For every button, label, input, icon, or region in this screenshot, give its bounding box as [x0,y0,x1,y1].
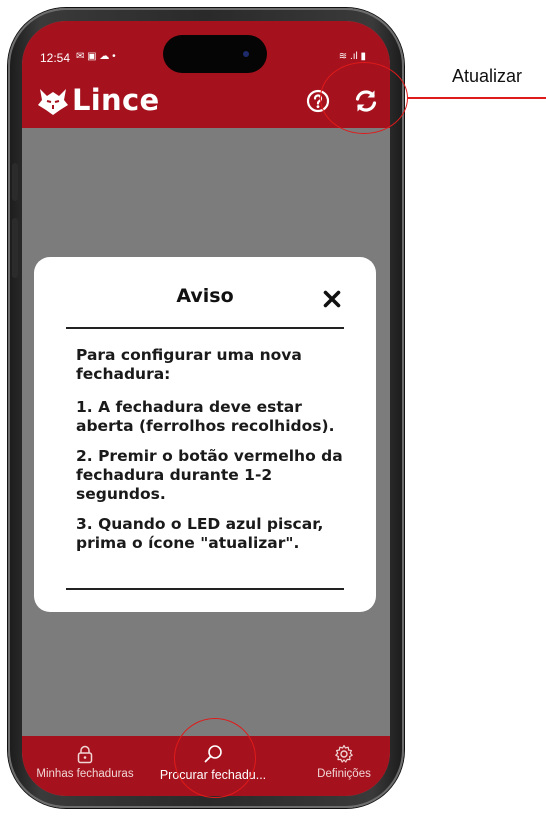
dialog-step: 2. Premir o botão vermelho da fechadura … [76,447,343,503]
nav-item-my-locks[interactable]: Minhas fechaduras [22,736,148,796]
camera-lens [243,51,249,57]
app-title: Lince [72,83,160,117]
phone-side-button [12,163,18,201]
gear-icon [335,744,353,763]
dialog-body: Para configurar uma nova fechadura: 1. A… [76,346,356,564]
status-time: 12:54 [40,51,71,65]
app-logo: Lince [36,82,159,118]
dialog-step: 1. A fechadura deve estar aberta (ferrol… [76,398,335,435]
dialog-divider [66,327,344,329]
refresh-callout-circle [320,62,408,134]
refresh-callout-line [408,97,546,99]
phone-screen: 12:54 ✉ ▣ ☁ • ≋ .ıl ▮ Lince Aviso Para c… [22,21,390,796]
nav-label-my-locks: Minhas fechaduras [36,768,134,780]
status-signal-icons: ≋ .ıl ▮ [338,51,366,62]
camera-notch [163,35,267,73]
lynx-logo-icon [38,89,68,115]
refresh-callout-label: Atualizar [452,66,523,86]
dialog-intro: Para configurar uma nova fechadura: [76,346,302,383]
dialog-step: 3. Quando o LED azul piscar, prima o íco… [76,515,324,552]
dialog-divider [66,588,344,590]
nav-label-settings: Definições [317,768,371,780]
padlock-icon [77,745,93,764]
search-callout-circle [174,718,256,798]
notice-dialog: Aviso Para configurar uma nova fechadura… [34,257,376,612]
phone-side-button [12,218,18,278]
status-notification-icons: ✉ ▣ ☁ • [76,51,116,62]
nav-item-settings[interactable]: Definições [304,736,384,796]
close-icon[interactable] [323,290,341,308]
